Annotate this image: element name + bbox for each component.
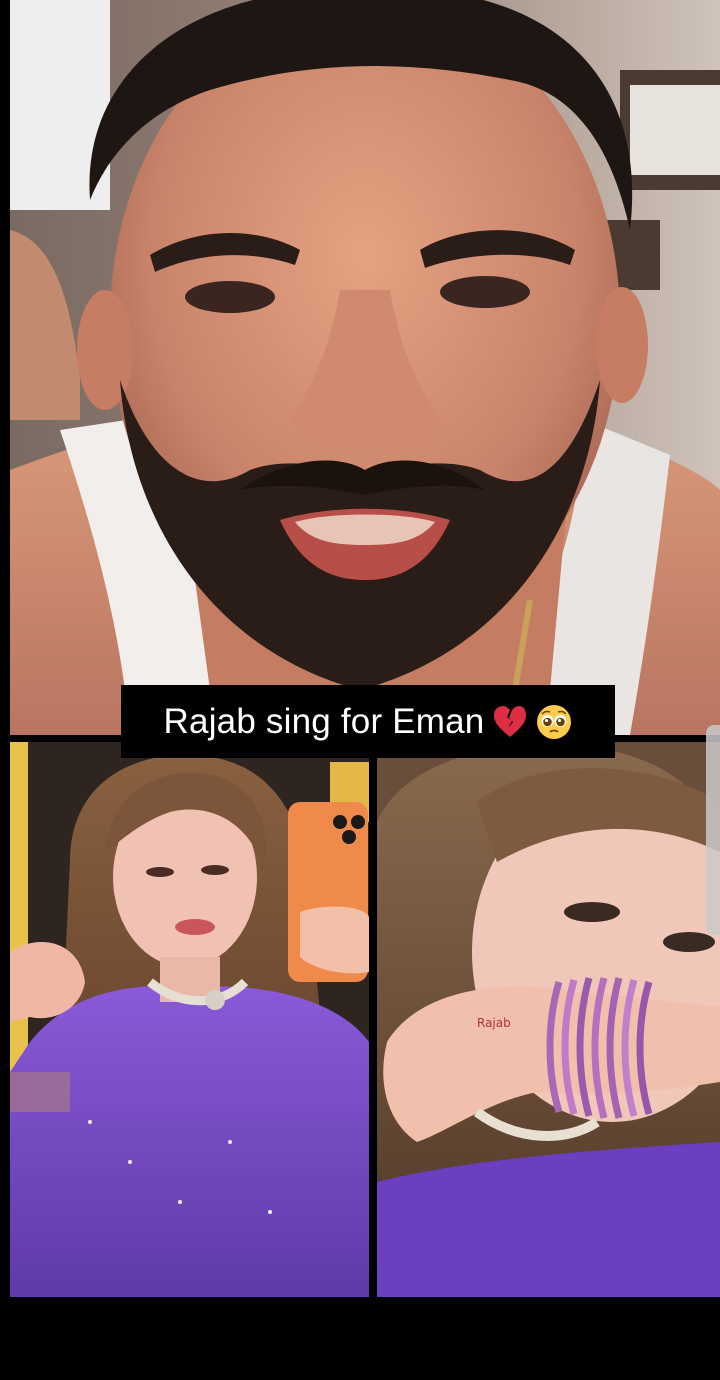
bottom-letterbox <box>0 1297 720 1380</box>
caption-text: Rajab sing for Eman <box>163 701 485 741</box>
top-video-panel <box>10 0 720 735</box>
video-frame: Rajab Rajab sing for Eman <box>0 0 720 1380</box>
bottom-left-video-panel <box>10 742 369 1297</box>
caption-banner: Rajab sing for Eman <box>121 685 615 758</box>
pleading-face-icon <box>536 704 572 740</box>
woman-selfie-image <box>10 742 369 1297</box>
side-scroll-handle[interactable] <box>706 725 720 935</box>
woman-hand-image: Rajab <box>377 742 720 1297</box>
bottom-right-video-panel: Rajab <box>377 742 720 1297</box>
svg-text:Rajab: Rajab <box>477 1016 511 1030</box>
man-portrait-image <box>10 0 720 735</box>
broken-heart-icon <box>492 704 528 740</box>
